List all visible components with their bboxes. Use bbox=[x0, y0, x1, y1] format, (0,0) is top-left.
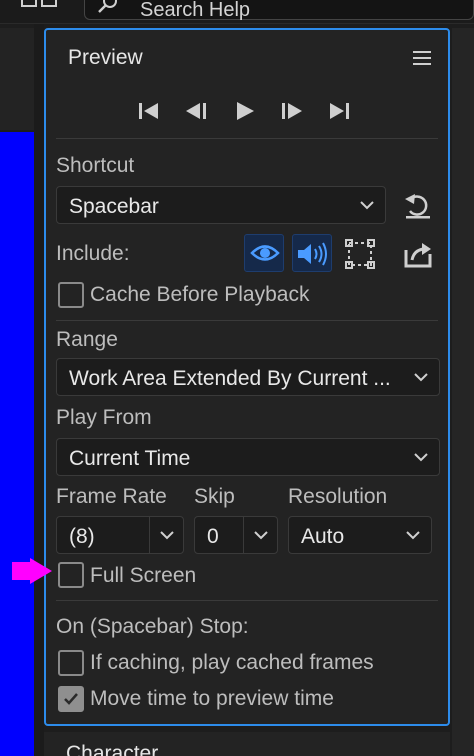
checkmark-icon bbox=[64, 693, 78, 705]
video-toggle[interactable] bbox=[244, 234, 284, 272]
export-icon[interactable] bbox=[402, 238, 434, 270]
split-separator bbox=[149, 517, 150, 553]
full-screen-checkbox[interactable] bbox=[58, 562, 84, 588]
chevron-down-icon bbox=[406, 531, 420, 540]
previous-frame-icon[interactable] bbox=[182, 96, 212, 126]
shortcut-label: Shortcut bbox=[56, 154, 135, 177]
audio-toggle-icon bbox=[298, 242, 327, 266]
search-placeholder: Search Help bbox=[140, 0, 251, 21]
reset-icon[interactable] bbox=[402, 190, 434, 222]
split-separator bbox=[243, 517, 244, 553]
timeline-panel-strip bbox=[0, 28, 34, 130]
transport-controls bbox=[134, 96, 364, 126]
resolution-dropdown[interactable]: Auto bbox=[288, 516, 432, 554]
if-caching-checkbox[interactable] bbox=[58, 650, 84, 676]
full-screen-label: Full Screen bbox=[90, 564, 197, 587]
skip-value: 0 bbox=[207, 525, 219, 548]
frame-rate-value: (8) bbox=[69, 525, 95, 548]
range-dropdown[interactable]: Work Area Extended By Current ... bbox=[56, 358, 440, 396]
panel-title: Preview bbox=[68, 46, 143, 69]
video-toggle-icon bbox=[250, 245, 280, 261]
frame-rate-field[interactable]: (8) bbox=[56, 516, 184, 554]
range-value: Work Area Extended By Current ... bbox=[69, 367, 391, 390]
resolution-label: Resolution bbox=[288, 485, 388, 508]
cache-before-playback-checkbox[interactable] bbox=[58, 282, 84, 308]
right-panel-edge bbox=[452, 28, 474, 756]
divider bbox=[56, 138, 438, 139]
divider bbox=[56, 320, 438, 321]
resolution-value: Auto bbox=[301, 525, 345, 548]
preview-panel: Preview Shortcut Spacebar Include: Cache… bbox=[44, 28, 450, 726]
chevron-down-icon[interactable] bbox=[159, 529, 175, 541]
skip-label: Skip bbox=[194, 485, 235, 508]
move-time-label: Move time to preview time bbox=[90, 687, 334, 710]
chevron-down-icon bbox=[414, 373, 428, 382]
chevron-down-icon bbox=[414, 453, 428, 462]
include-label: Include: bbox=[56, 242, 130, 265]
play-icon[interactable] bbox=[230, 96, 260, 126]
composition-viewer bbox=[0, 132, 34, 756]
overlays-icon[interactable] bbox=[344, 238, 376, 270]
audio-toggle[interactable] bbox=[292, 234, 332, 272]
search-help-field[interactable]: Search Help bbox=[84, 0, 474, 21]
stop-label: On (Spacebar) Stop: bbox=[56, 615, 249, 638]
frame-rate-label: Frame Rate bbox=[56, 485, 167, 508]
move-time-checkbox[interactable] bbox=[58, 686, 84, 712]
panel-menu-icon[interactable] bbox=[413, 50, 431, 66]
cache-before-playback-label: Cache Before Playback bbox=[90, 283, 310, 306]
shortcut-value: Spacebar bbox=[69, 195, 159, 218]
character-panel-title[interactable]: Character bbox=[66, 742, 158, 756]
chevron-down-icon[interactable] bbox=[253, 529, 269, 541]
top-toolbar: Search Help bbox=[0, 0, 474, 24]
if-caching-label: If caching, play cached frames bbox=[90, 651, 374, 674]
search-icon bbox=[98, 0, 117, 13]
play-from-dropdown[interactable]: Current Time bbox=[56, 438, 440, 476]
range-label: Range bbox=[56, 328, 118, 351]
annotation-arrow-icon bbox=[12, 558, 52, 584]
workspace-icon[interactable] bbox=[20, 0, 60, 12]
skip-field[interactable]: 0 bbox=[194, 516, 278, 554]
next-frame-icon[interactable] bbox=[276, 96, 306, 126]
last-frame-icon[interactable] bbox=[324, 96, 354, 126]
chevron-down-icon bbox=[360, 201, 374, 210]
first-frame-icon[interactable] bbox=[134, 96, 164, 126]
character-panel: Character bbox=[44, 732, 450, 756]
play-from-value: Current Time bbox=[69, 447, 191, 470]
panel-gutter[interactable] bbox=[34, 24, 44, 756]
play-from-label: Play From bbox=[56, 406, 152, 429]
divider bbox=[56, 600, 438, 601]
shortcut-dropdown[interactable]: Spacebar bbox=[56, 186, 386, 224]
